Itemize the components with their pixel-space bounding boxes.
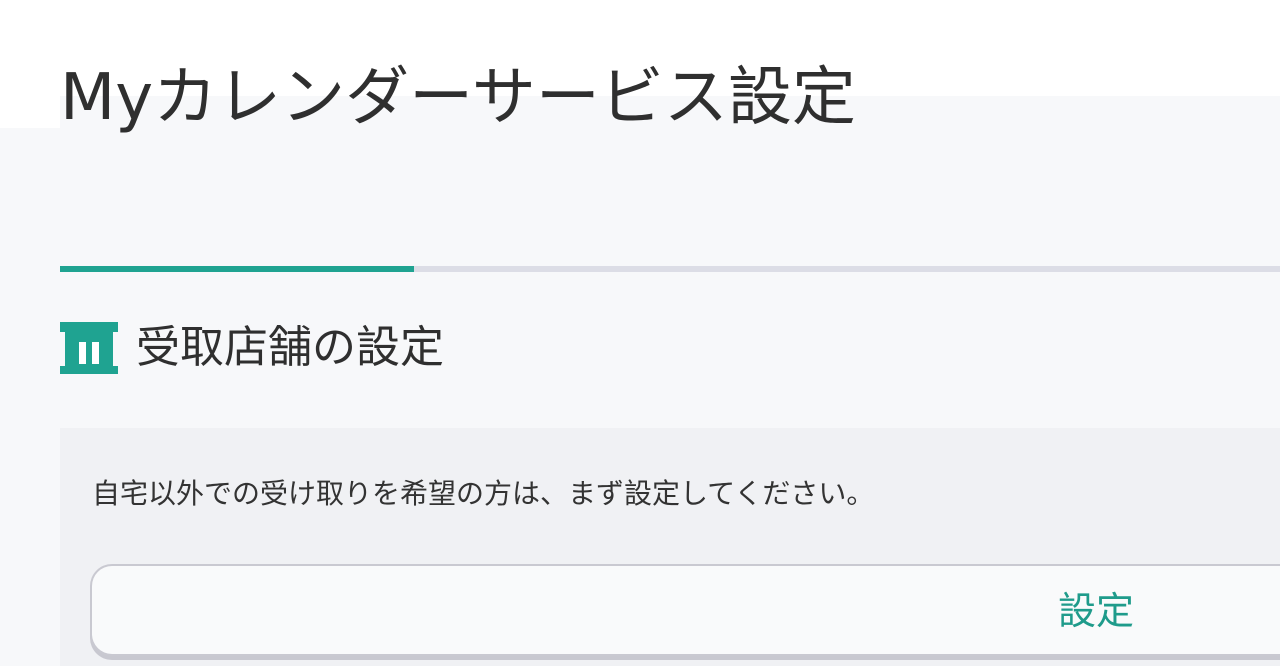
store-settings-button[interactable]: 設定 bbox=[90, 564, 1280, 656]
store-settings-description: 自宅以外での受け取りを希望の方は、まず設定してください。 bbox=[92, 477, 875, 510]
progress-bar bbox=[60, 266, 1280, 272]
store-settings-panel: 自宅以外での受け取りを希望の方は、まず設定してください。 設定 bbox=[60, 428, 1280, 666]
section-title: 受取店舗の設定 bbox=[136, 322, 444, 373]
store-settings-button-label: 設定 bbox=[1058, 589, 1135, 633]
page-title: Myカレンダーサービス設定 bbox=[60, 61, 856, 135]
progress-bar-fill bbox=[60, 266, 414, 272]
store-icon bbox=[60, 322, 118, 374]
section-heading: 受取店舗の設定 bbox=[60, 318, 444, 378]
page: Myカレンダーサービス設定 受取店舗の設定 自宅以外での受け取りを希望の方は、ま… bbox=[0, 0, 1280, 666]
title-band-edge bbox=[0, 96, 60, 128]
